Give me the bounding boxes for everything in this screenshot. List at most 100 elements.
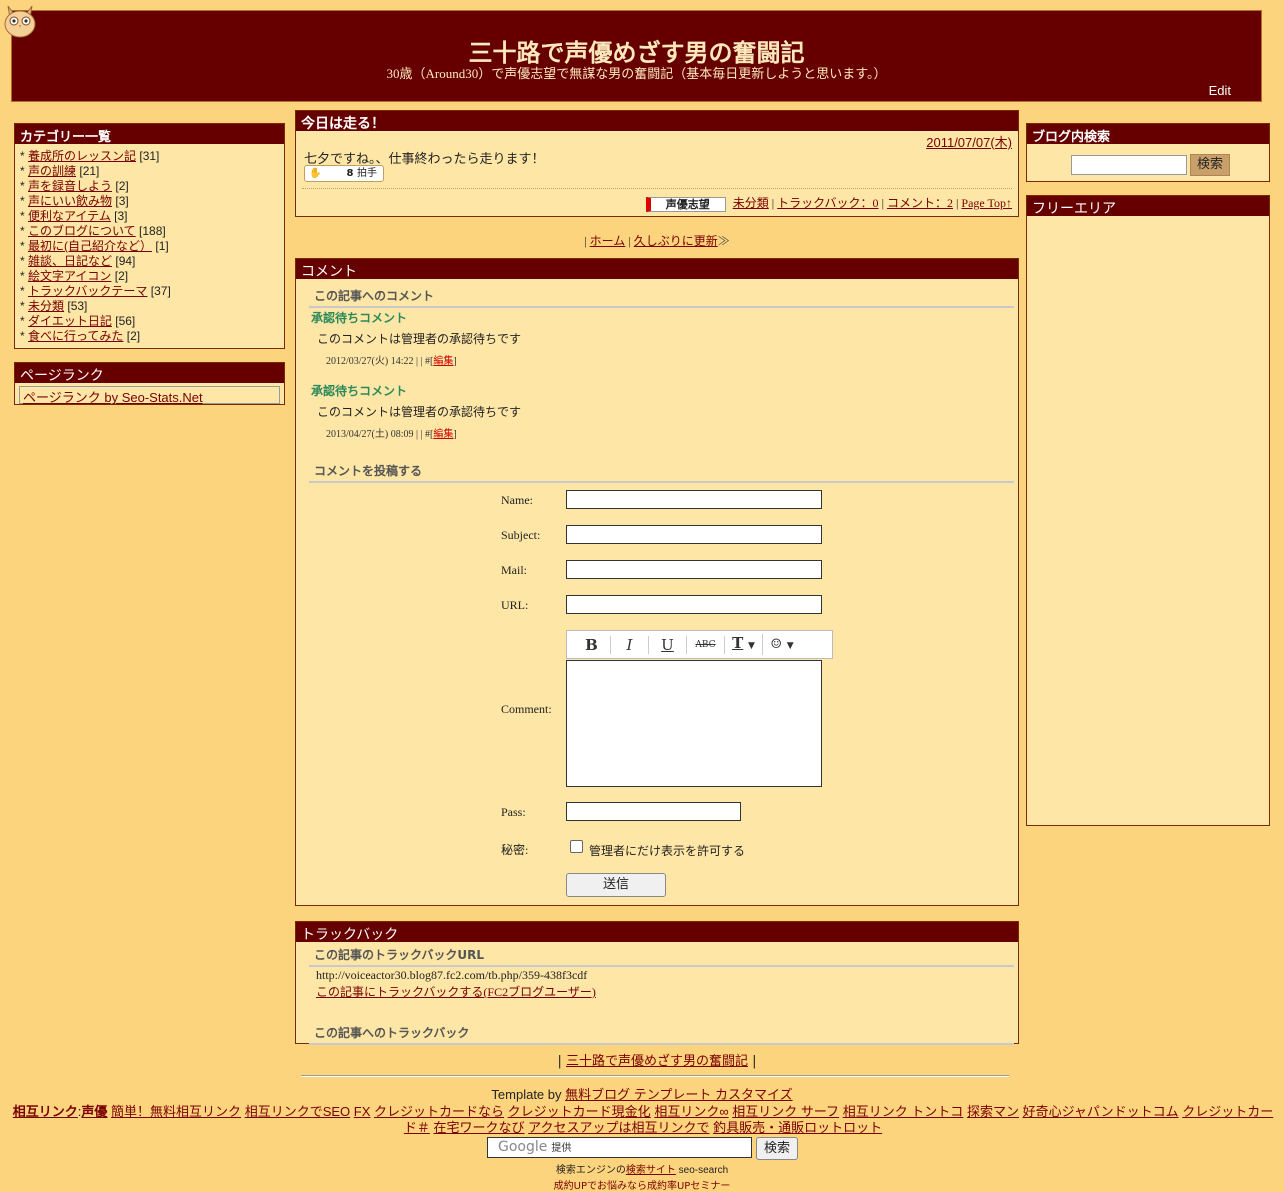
category-count: [3] xyxy=(115,194,129,208)
comment-text: このコメントは管理者の承認待ちです xyxy=(317,405,522,419)
mutual-link[interactable]: 探索マン xyxy=(967,1104,1019,1119)
subject-field[interactable] xyxy=(566,525,822,544)
category-item: * 養成所のレッスン記 [31] xyxy=(20,149,160,163)
seo-credit-line2[interactable]: 成約UPでお悩みなら成約率UPセミナー xyxy=(0,1177,1284,1192)
name-field[interactable] xyxy=(566,490,822,509)
mutual-link-prefix[interactable]: 相互リンク xyxy=(13,1104,78,1119)
home-link[interactable]: ホーム xyxy=(590,234,626,248)
clap-button[interactable]: ✋ 8 拍手 xyxy=(304,165,384,182)
pass-field[interactable] xyxy=(566,802,741,821)
secret-checkbox[interactable] xyxy=(570,840,583,853)
secret-label: 秘密: xyxy=(501,843,529,857)
category-item: * 声にいい飲み物 [3] xyxy=(20,194,129,208)
mutual-link[interactable]: 相互リンク トントコ xyxy=(843,1104,964,1119)
category-link[interactable]: 絵文字アイコン xyxy=(28,269,111,283)
category-panel: カテゴリー一覧 * 養成所のレッスン記 [31] * 声の訓練 [21] * 声… xyxy=(14,123,285,349)
category-panel-title: カテゴリー一覧 xyxy=(15,124,284,145)
blog-search-button[interactable]: 検索 xyxy=(1190,154,1230,176)
category-count: [3] xyxy=(114,209,128,223)
mutual-link-voice[interactable]: 声優 xyxy=(81,1104,107,1119)
seo-suffix: seo-search xyxy=(678,1165,729,1176)
pagerank-link[interactable]: ページランク by Seo-Stats.Net xyxy=(19,386,280,405)
category-item: * 食べに行ってみた [2] xyxy=(20,329,141,343)
footer-blog-link-row: | 三十路で声優めざす男の奮闘記 | xyxy=(557,1054,757,1069)
category-link[interactable]: ダイエット日記 xyxy=(28,314,112,328)
mutual-link[interactable]: アクセスアップは相互リンクで xyxy=(528,1120,709,1135)
category-link[interactable]: 最初に(自己紹介など） xyxy=(28,239,152,253)
entry-title[interactable]: 今日は走る！ xyxy=(296,111,1018,132)
trackback-panel-title: トラックバック xyxy=(296,922,1018,943)
blog-search-input[interactable] xyxy=(1071,155,1187,175)
google-search-button[interactable]: 検索 xyxy=(756,1137,798,1160)
category-count: [53] xyxy=(67,299,88,313)
trackback-url-heading: この記事のトラックバックURL xyxy=(309,946,1014,967)
mutual-link[interactable]: 在宅ワークなび xyxy=(434,1120,525,1135)
category-link[interactable]: 未分類 xyxy=(28,299,64,313)
comment-edit-link[interactable]: 編集 xyxy=(433,356,453,367)
category-link[interactable]: トラックバックテーマ xyxy=(28,284,147,298)
url-field[interactable] xyxy=(566,595,822,614)
mail-field[interactable] xyxy=(566,560,822,579)
category-link[interactable]: 便利なアイテム xyxy=(28,209,111,223)
mutual-link[interactable]: 相互リンクでSEO xyxy=(245,1104,350,1119)
trackback-url: http://voiceactor30.blog87.fc2.com/tb.ph… xyxy=(316,968,588,982)
next-arrow-icon: ≫ xyxy=(717,234,730,248)
category-link[interactable]: 声を録音しよう xyxy=(28,179,112,193)
category-count: [37] xyxy=(150,284,171,298)
italic-icon[interactable]: I xyxy=(611,635,649,654)
category-item: * 絵文字アイコン [2] xyxy=(20,269,129,283)
page-top-link[interactable]: Page Top↑ xyxy=(961,196,1012,210)
next-entry-link[interactable]: 久しぶりに更新 xyxy=(634,234,718,248)
category-badge: 声優志望 xyxy=(645,196,726,212)
pagerank-panel-title: ページランク xyxy=(15,363,284,384)
strikethrough-icon[interactable]: ABC xyxy=(687,635,725,654)
mail-label: Mail: xyxy=(501,563,527,577)
category-link[interactable]: 声にいい飲み物 xyxy=(28,194,112,208)
template-link[interactable]: 無料ブログ テンプレート カスタマイズ xyxy=(565,1087,792,1102)
trackback-list-heading: この記事へのトラックバック xyxy=(309,1024,1014,1045)
category-item: * 声を録音しよう [2] xyxy=(20,179,129,193)
google-search-input[interactable]: Google 提供 xyxy=(487,1137,752,1158)
font-size-icon[interactable]: T ▼ xyxy=(725,634,763,655)
footer-blog-link[interactable]: 三十路で声優めざす男の奮闘記 xyxy=(566,1054,748,1069)
mutual-link[interactable]: 簡単！無料相互リンク xyxy=(111,1104,241,1119)
mutual-link[interactable]: クレジットカードなら xyxy=(374,1104,504,1119)
mutual-link[interactable]: 相互リンク サーフ xyxy=(732,1104,839,1119)
mutual-link[interactable]: 好奇心ジャパンドットコム xyxy=(1023,1104,1179,1119)
submit-button[interactable]: 送信 xyxy=(566,873,666,897)
category-item: * ダイエット日記 [56] xyxy=(20,314,136,328)
category-link[interactable]: 養成所のレッスン記 xyxy=(28,149,136,163)
blog-description: 30歳（Around30）で声優志望で無謀な男の奮闘記（基本毎日更新しようと思い… xyxy=(386,66,887,81)
mutual-link[interactable]: 相互リンク∞ xyxy=(654,1104,728,1119)
name-label: Name: xyxy=(501,493,533,507)
category-link[interactable]: 声の訓練 xyxy=(28,164,76,178)
comment-edit-link[interactable]: 編集 xyxy=(433,429,453,440)
underline-icon[interactable]: U xyxy=(649,635,687,654)
bold-icon[interactable]: B xyxy=(573,635,611,654)
seo-link[interactable]: 検索サイト xyxy=(626,1165,676,1176)
entry-date[interactable]: 2011/07/07(木) xyxy=(926,132,1012,151)
seo-credit: 検索エンジンの検索サイト seo-search xyxy=(0,1161,1284,1176)
category-count: [2] xyxy=(114,269,129,283)
entry-comment-link[interactable]: コメント：2 xyxy=(887,196,953,210)
category-item: * 未分類 [53] xyxy=(20,299,88,313)
category-link[interactable]: 食べに行ってみた xyxy=(28,329,123,343)
comment-textarea[interactable] xyxy=(566,660,822,787)
emoji-icon[interactable]: ☺ ▼ xyxy=(763,634,801,655)
owl-mascot-icon xyxy=(4,5,36,38)
category-link[interactable]: このブログについて xyxy=(28,224,136,238)
entry-trackback-link[interactable]: トラックバック：0 xyxy=(777,196,878,210)
mutual-link[interactable]: FX xyxy=(354,1104,371,1119)
footer-divider xyxy=(301,1075,1009,1077)
mutual-link[interactable]: 釣具販売・通販ロットロット xyxy=(713,1120,882,1135)
comment-heading: 承認待ちコメント xyxy=(311,311,408,325)
mutual-link[interactable]: クレジットカード現金化 xyxy=(508,1104,651,1119)
category-link[interactable]: 雑談、日記など xyxy=(28,254,112,268)
template-credit: Template by 無料ブログ テンプレート カスタマイズ xyxy=(0,1084,1284,1103)
fc2-trackback-link[interactable]: この記事にトラックバックする(FC2ブログユーザー) xyxy=(316,983,596,1000)
blog-search-title: ブログ内検索 xyxy=(1027,124,1269,145)
comment-text: このコメントは管理者の承認待ちです xyxy=(317,332,522,346)
comment-heading: 承認待ちコメント xyxy=(311,384,408,398)
entry-category-link[interactable]: 未分類 xyxy=(733,196,769,210)
edit-link[interactable]: Edit xyxy=(1209,83,1231,98)
